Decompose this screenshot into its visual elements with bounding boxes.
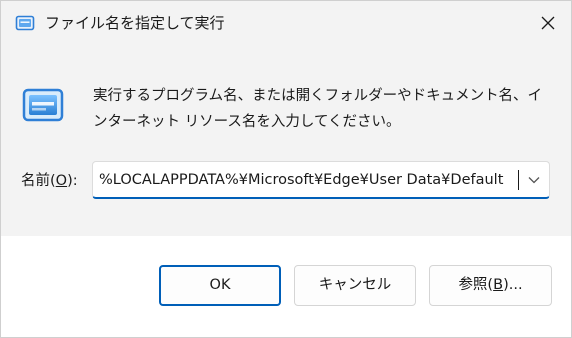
browse-button[interactable]: 参照(B)... — [429, 265, 552, 306]
run-dialog-window: ファイル名を指定して実行 実行するプログラム名、または開くフォルダーやドキュメン… — [0, 0, 572, 338]
window-title: ファイル名を指定して実行 — [45, 14, 225, 32]
open-combobox[interactable]: %LOCALAPPDATA%¥Microsoft¥Edge¥User Data¥… — [92, 161, 550, 199]
cancel-button[interactable]: キャンセル — [294, 265, 416, 306]
run-icon — [15, 15, 35, 31]
button-bar: OK キャンセル 参照(B)... — [1, 236, 571, 337]
close-icon — [541, 16, 555, 30]
ok-button[interactable]: OK — [159, 265, 281, 306]
chevron-down-icon[interactable] — [527, 174, 541, 186]
close-button[interactable] — [525, 1, 571, 45]
text-caret — [518, 170, 519, 190]
open-input[interactable]: %LOCALAPPDATA%¥Microsoft¥Edge¥User Data¥… — [99, 170, 519, 190]
open-field-label: 名前(O): — [21, 173, 78, 189]
title-bar[interactable]: ファイル名を指定して実行 — [1, 1, 571, 45]
run-program-icon — [22, 88, 64, 122]
dialog-body: 実行するプログラム名、または開くフォルダーやドキュメント名、インターネット リソ… — [1, 45, 571, 236]
instruction-text: 実行するプログラム名、または開くフォルダーやドキュメント名、インターネット リソ… — [93, 88, 543, 130]
